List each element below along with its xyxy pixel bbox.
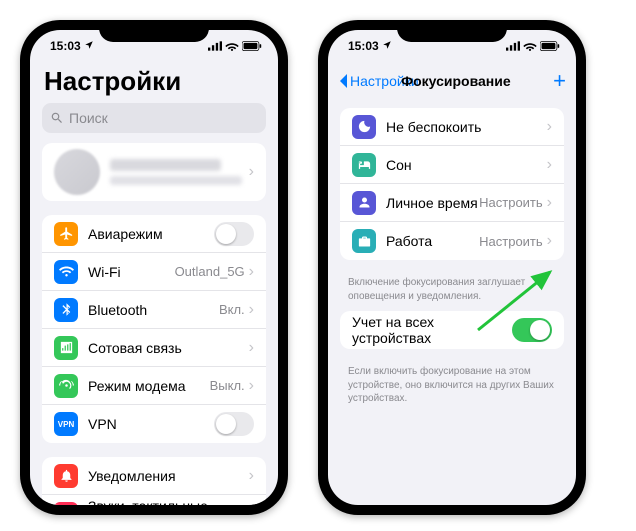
row-bed[interactable]: Сон› [340,146,564,184]
screen-focus: 15:03 Настройки Фокусирование + Не беспо… [328,30,576,505]
wifi-icon [54,260,78,284]
moon-icon [352,115,376,139]
row-speaker[interactable]: Звуки, тактильные сигналы› [42,495,266,505]
search-input[interactable]: Поиск [42,103,266,133]
row-label: Личное время [386,195,479,211]
row-label: Режим модема [88,378,210,394]
row-label: Звуки, тактильные сигналы [88,498,249,506]
bell-icon [54,464,78,488]
row-detail: Outland_5G [175,264,245,279]
share-group: Учет на всех устройствах [340,311,564,349]
nav-title: Фокусирование [359,73,553,89]
chevron-left-icon [338,73,348,89]
chevron-right-icon: › [547,195,552,211]
row-cellular[interactable]: Сотовая связь› [42,329,266,367]
search-placeholder: Поиск [69,110,108,126]
row-label: VPN [88,416,214,432]
avatar [54,149,100,195]
switch[interactable] [214,412,254,436]
row-airplane[interactable]: Авиарежим [42,215,266,253]
chevron-right-icon: › [249,164,254,180]
row-label: Работа [386,233,479,249]
wifi-icon [225,41,239,51]
wifi-icon [523,41,537,51]
location-icon [84,39,94,53]
row-label: Wi-Fi [88,264,175,280]
add-button[interactable]: + [553,70,566,92]
page-title: Настройки [30,62,278,103]
row-person[interactable]: Личное времяНастроить › [340,184,564,222]
vpn-icon: VPN [54,412,78,436]
row-label: Не беспокоить [386,119,547,135]
chevron-right-icon: › [249,302,254,318]
row-bell[interactable]: Уведомления› [42,457,266,495]
connectivity-group: АвиарежимWi-FiOutland_5G›BluetoothВкл.›С… [42,215,266,443]
profile-row[interactable]: › [42,143,266,201]
signal-icon [208,41,222,51]
row-moon[interactable]: Не беспокоить› [340,108,564,146]
status-time: 15:03 [348,39,379,53]
row-label: Авиарежим [88,226,214,242]
speaker-icon [54,502,78,506]
screen-settings: 15:03 Настройки Поиск [30,30,278,505]
navbar: Настройки Фокусирование + [328,62,576,100]
status-time: 15:03 [50,39,81,53]
cellular-icon [54,336,78,360]
row-briefcase[interactable]: РаботаНастроить › [340,222,564,260]
status-icons [506,41,560,51]
airplane-icon [54,222,78,246]
focus-modes-group: Не беспокоить›Сон›Личное времяНастроить›… [340,108,564,260]
row-label: Сотовая связь [88,340,249,356]
row-label: Уведомления [88,468,249,484]
signal-icon [506,41,520,51]
row-detail: Настроить [479,195,543,210]
modes-footer: Включение фокусирования заглушает оповещ… [328,274,576,311]
briefcase-icon [352,229,376,253]
location-icon [382,39,392,53]
row-hotspot[interactable]: Режим модемаВыкл. › [42,367,266,405]
search-icon [50,111,64,125]
row-label: Сон [386,157,547,173]
notch [397,20,507,42]
profile-text [110,159,249,185]
bluetooth-icon [54,298,78,322]
phone-settings: 15:03 Настройки Поиск [20,20,288,515]
status-icons [208,41,262,51]
switch[interactable] [214,222,254,246]
share-switch[interactable] [512,318,552,342]
row-wifi[interactable]: Wi-FiOutland_5G › [42,253,266,291]
battery-icon [242,41,262,51]
row-vpn[interactable]: VPN VPN [42,405,266,443]
profile-group: › [42,143,266,201]
row-label: Bluetooth [88,302,219,318]
chevron-right-icon: › [547,157,552,173]
row-bluetooth[interactable]: BluetoothВкл. › [42,291,266,329]
share-footer: Если включить фокусирование на этом устр… [328,363,576,414]
hotspot-icon [54,374,78,398]
share-across-devices-row[interactable]: Учет на всех устройствах [340,311,564,349]
chevron-right-icon: › [547,233,552,249]
row-detail: Выкл. [210,378,245,393]
share-label: Учет на всех устройствах [352,314,512,346]
row-detail: Вкл. [219,302,245,317]
row-detail: Настроить [479,234,543,249]
chevron-right-icon: › [249,340,254,356]
chevron-right-icon: › [547,119,552,135]
notch [99,20,209,42]
person-icon [352,191,376,215]
chevron-right-icon: › [249,378,254,394]
phone-focus: 15:03 Настройки Фокусирование + Не беспо… [318,20,586,515]
bed-icon [352,153,376,177]
chevron-right-icon: › [249,264,254,280]
battery-icon [540,41,560,51]
notifications-group: Уведомления›Звуки, тактильные сигналы›Фо… [42,457,266,505]
chevron-right-icon: › [249,468,254,484]
